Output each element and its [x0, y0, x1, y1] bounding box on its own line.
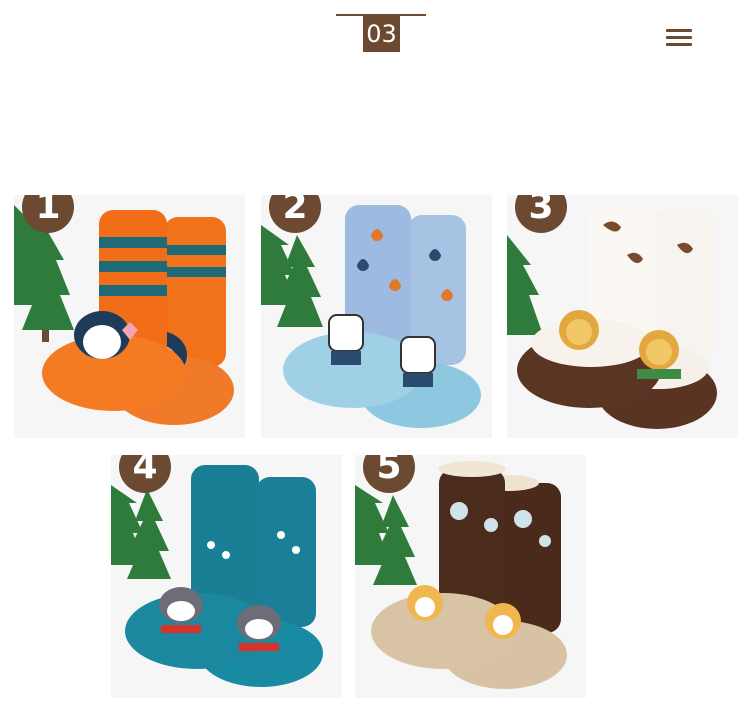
product-card-1[interactable]: 1	[14, 195, 245, 438]
section-number-badge: 03	[363, 16, 400, 52]
product-card-3[interactable]: 3	[507, 195, 738, 438]
product-card-4[interactable]: 4	[111, 455, 342, 698]
menu-bar	[666, 29, 692, 32]
menu-bar	[666, 36, 692, 39]
product-card-5[interactable]: 5	[355, 455, 586, 698]
hamburger-menu-icon[interactable]	[664, 27, 694, 49]
menu-bar	[666, 43, 692, 46]
product-card-2[interactable]: 2	[261, 195, 492, 438]
